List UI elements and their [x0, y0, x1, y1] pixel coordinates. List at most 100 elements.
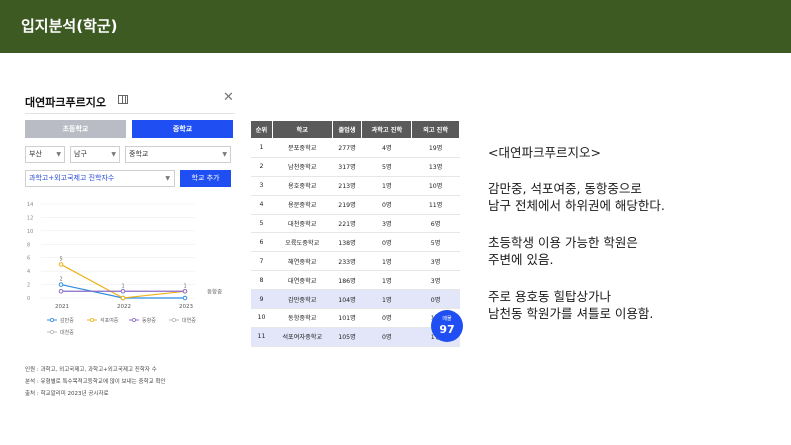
add-school-button[interactable]: 학교 추가 [180, 170, 231, 187]
table-cell: 동항중학교 [272, 308, 333, 328]
table-cell: 0명 [361, 195, 412, 215]
table-cell: 3명 [411, 270, 460, 291]
table-cell: 석포여자중학교 [272, 327, 333, 347]
data-point [182, 288, 188, 294]
table-cell: 5명 [411, 232, 460, 253]
commentary-line: 남구 전체에서 하위권에 해당한다. [488, 198, 665, 213]
legend-label: 대연중 [182, 317, 196, 324]
table-cell: 0명 [361, 232, 412, 253]
district-select[interactable]: 남구 ▼ [70, 146, 120, 163]
table-row[interactable]: 8 대연중학교 186명 1명 3명 [250, 270, 460, 291]
table-cell: 13명 [411, 157, 460, 177]
legend-marker [132, 318, 137, 323]
chevron-down-icon: ▼ [56, 151, 61, 158]
table-cell: 6 [250, 232, 273, 253]
column-header[interactable]: 학교 [271, 120, 333, 139]
listing-count-badge[interactable]: 매물 97 [431, 310, 463, 342]
chart-notes: 인원 : 과학고, 외고국제고, 과학고+외고국제고 진학자 수 분석 : 유형… [25, 364, 166, 400]
commentary-line: 남천동 학원가를 셔틀로 이용함. [488, 306, 654, 321]
condition-select[interactable]: 과학고+외고국제고 진학자수 ▼ [25, 170, 175, 187]
table-cell: 10명 [411, 176, 460, 196]
table-cell: 용호중학교 [272, 176, 333, 196]
table-row[interactable]: 9 감만중학교 104명 1명 0명 [250, 289, 460, 310]
table-row[interactable]: 7 해연중학교 233명 1명 3명 [250, 251, 460, 272]
table-row[interactable]: 6 오륙도중학교 138명 0명 5명 [250, 232, 460, 253]
column-header[interactable]: 졸업생 [331, 120, 363, 139]
y-tick-label: 14 [27, 202, 33, 208]
legend-marker [90, 318, 95, 323]
table-cell: 5명 [361, 157, 412, 177]
school-panel: 대연파크푸르지오 ✕ 초등학교 중학교 부산 ▼ 남구 ▼ 중학교 ▼ 과학고+… [25, 90, 235, 410]
table-cell: 233명 [332, 251, 362, 272]
table-cell: 3 [250, 176, 273, 196]
table-cell: 3명 [411, 251, 460, 272]
legend-label: 대천중 [60, 329, 74, 336]
table-cell: 대연중학교 [272, 270, 333, 291]
column-header[interactable]: 외고 진학 [411, 120, 460, 139]
tab-middle-school[interactable]: 중학교 [132, 120, 233, 138]
note-line: 출처 : 학교알리미 2023년 공시자료 [25, 391, 109, 397]
table-cell: 213명 [332, 176, 362, 196]
table-cell: 138명 [332, 232, 362, 253]
close-icon[interactable]: ✕ [223, 91, 234, 104]
table-cell: 104명 [332, 289, 362, 310]
data-point [58, 288, 64, 294]
data-point [120, 295, 126, 301]
data-point [182, 295, 188, 301]
table-cell: 감만중학교 [272, 289, 333, 310]
table-cell: 8 [250, 270, 273, 291]
ranking-table: 순위 학교 졸업생 과학고 진학 외고 진학 1 분포중학교 277명 4명 19명 2 남… [250, 120, 460, 347]
region-select-value: 부산 [29, 150, 42, 158]
table-cell: 277명 [332, 138, 362, 158]
data-point [58, 262, 64, 267]
legend-marker [171, 318, 176, 323]
y-tick-label: 8 [27, 242, 30, 248]
y-tick-label: 10 [27, 229, 33, 235]
column-header[interactable]: 과학고 진학 [361, 120, 413, 139]
table-row[interactable]: 3 용호중학교 213명 1명 10명 [250, 176, 460, 196]
table-cell: 221명 [332, 214, 362, 234]
school-type-select[interactable]: 중학교 ▼ [125, 146, 231, 163]
district-select-value: 남구 [74, 150, 87, 158]
table-row[interactable]: 5 대천중학교 221명 3명 6명 [250, 214, 460, 234]
table-row[interactable]: 4 용문중학교 219명 0명 11명 [250, 195, 460, 215]
x-tick-label: 2023 [179, 304, 193, 310]
legend-label: 동항중 [142, 317, 156, 324]
table-row[interactable]: 2 남천중학교 317명 5명 13명 [250, 157, 460, 177]
table-row[interactable]: 11석포여자중학교105명0명1명 [250, 327, 460, 347]
table-cell: 용문중학교 [272, 195, 333, 215]
table-cell: 해연중학교 [272, 251, 333, 272]
series-end-label: 동항중 [207, 287, 222, 295]
data-label: 1 [122, 283, 125, 289]
table-cell: 11명 [411, 195, 460, 215]
y-tick-label: 12 [27, 215, 33, 221]
table-cell: 1명 [361, 176, 412, 196]
table-cell: 1명 [361, 289, 412, 310]
table-cell: 0명 [361, 308, 412, 328]
column-header[interactable]: 순위 [250, 120, 273, 139]
legend-label: 석포여중 [100, 317, 119, 324]
badge-label: 매물 [442, 316, 452, 322]
data-label: 5 [60, 256, 63, 262]
table-cell: 10 [250, 308, 273, 328]
table-cell: 9 [250, 289, 273, 310]
table-cell: 4명 [361, 138, 412, 158]
tab-elementary[interactable]: 초등학교 [25, 120, 126, 138]
table-cell: 6명 [411, 214, 460, 234]
data-point [58, 282, 64, 287]
table-cell: 0명 [411, 289, 460, 310]
map-icon[interactable] [118, 95, 128, 104]
table-row[interactable]: 10동항중학교101명0명1명 [250, 308, 460, 328]
region-select[interactable]: 부산 ▼ [25, 146, 65, 163]
x-tick-label: 2022 [117, 304, 131, 310]
table-cell: 4 [250, 195, 273, 215]
data-label: 1 [184, 283, 187, 289]
commentary-heading: <대연파크푸르지오> [488, 145, 601, 160]
legend-marker [49, 329, 54, 334]
y-tick-label: 0 [27, 296, 30, 302]
table-cell: 186명 [332, 270, 362, 291]
panel-title: 대연파크푸르지오 [25, 96, 106, 109]
badge-value: 97 [439, 323, 455, 336]
table-cell: 317명 [332, 157, 362, 177]
table-row[interactable]: 1 분포중학교 277명 4명 19명 [250, 138, 460, 158]
